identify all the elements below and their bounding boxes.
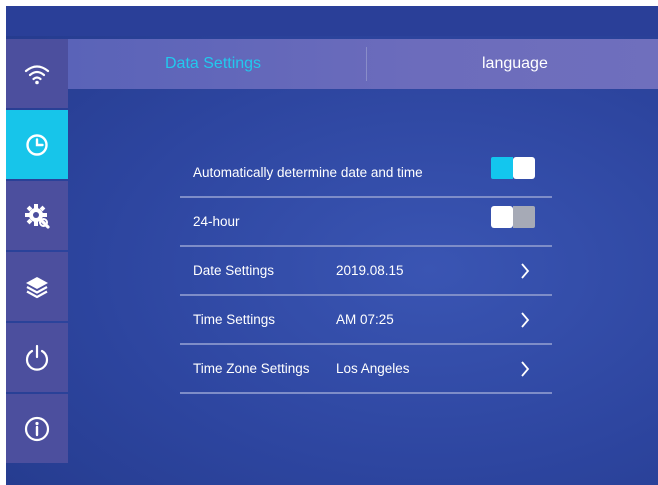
toggle-track [513,206,535,228]
top-strip [6,6,658,36]
wifi-icon [24,64,50,84]
layers-icon [26,276,48,298]
sidebar-item-info[interactable] [6,394,68,463]
auto-datetime-row: Automatically determine date and time [180,149,552,198]
sidebar [6,36,68,466]
hour24-row: 24-hour [180,198,552,247]
hour24-toggle[interactable] [491,206,535,228]
chevron-right-icon [521,263,530,279]
sidebar-item-clock[interactable] [6,110,68,179]
sidebar-item-wifi[interactable] [6,39,68,108]
auto-datetime-toggle[interactable] [491,157,535,179]
time-value: AM 07:25 [336,312,394,327]
chevron-right-icon [521,361,530,377]
timezone-settings-label: Time Zone Settings [193,361,310,376]
time-settings-row[interactable]: Time Settings AM 07:25 [180,296,552,345]
tab-language[interactable]: language [482,39,548,89]
toggle-knob [491,206,513,228]
settings-screen: Data Settings language Automatically det… [6,6,658,485]
info-icon [24,416,50,441]
timezone-value: Los Angeles [336,361,410,376]
date-settings-row[interactable]: Date Settings 2019.08.15 [180,247,552,296]
date-value: 2019.08.15 [336,263,404,278]
sidebar-item-settings[interactable] [6,181,68,250]
power-icon [25,344,49,371]
clock-icon [26,133,48,156]
time-settings-label: Time Settings [193,312,276,327]
hour24-label: 24-hour [193,214,240,229]
date-settings-label: Date Settings [193,263,275,278]
row-divider [180,392,552,394]
tab-data-settings[interactable]: Data Settings [165,39,261,89]
sidebar-item-power[interactable] [6,323,68,392]
auto-datetime-label: Automatically determine date and time [193,165,423,180]
sidebar-item-layers[interactable] [6,252,68,321]
chevron-right-icon [521,312,530,328]
gear-icon [25,203,50,229]
timezone-settings-row[interactable]: Time Zone Settings Los Angeles [180,345,552,394]
tab-divider [366,47,367,81]
tab-bar: Data Settings language [68,39,658,89]
toggle-track [491,157,513,179]
toggle-knob [513,157,535,179]
